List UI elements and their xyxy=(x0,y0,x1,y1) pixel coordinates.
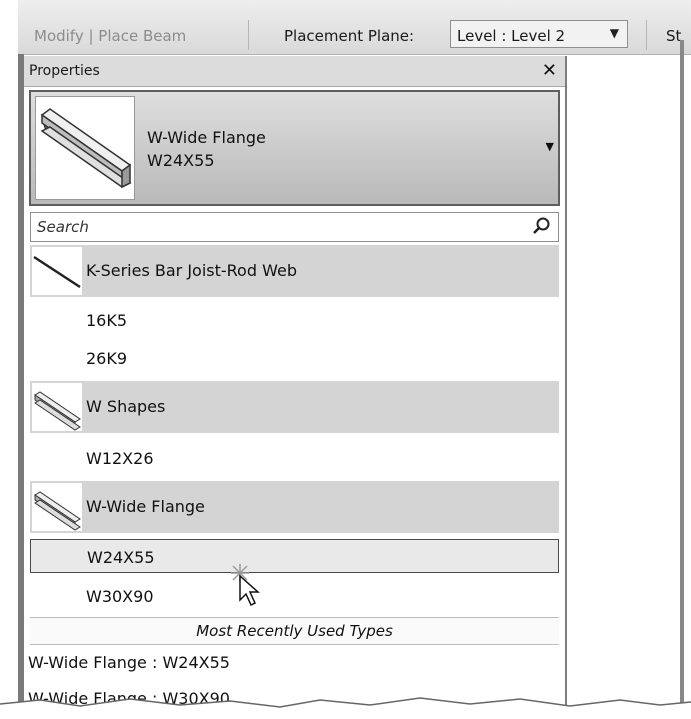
type-row-selected[interactable]: W24X55 xyxy=(30,539,559,573)
canvas-edge xyxy=(680,40,684,719)
search-icon xyxy=(533,217,550,234)
cursor-click-icon xyxy=(231,564,260,607)
search-input[interactable]: Search xyxy=(30,212,559,242)
steel-beam-icon xyxy=(32,383,82,431)
search-placeholder: Search xyxy=(37,218,89,236)
steel-beam-icon xyxy=(35,96,135,200)
type-row[interactable]: 16K5 xyxy=(30,303,559,337)
family-label: W Shapes xyxy=(86,397,166,416)
options-separator xyxy=(646,20,647,50)
type-label: 16K5 xyxy=(86,311,128,330)
type-label: 26K9 xyxy=(86,349,128,368)
family-row[interactable]: K-Series Bar Joist-Rod Web xyxy=(30,245,559,297)
family-row[interactable]: W Shapes xyxy=(30,381,559,433)
close-icon[interactable]: ✕ xyxy=(542,60,557,81)
placement-plane-value: Level : Level 2 xyxy=(457,27,566,45)
panel-title: Properties xyxy=(29,63,100,79)
properties-panel: Properties ✕ W-Wide Flange W24X55 ▼ Sear… xyxy=(24,56,567,719)
mru-header-label: Most Recently Used Types xyxy=(196,622,393,640)
type-row[interactable]: W12X26 xyxy=(30,441,559,475)
properties-title-bar: Properties ✕ xyxy=(24,56,565,87)
bar-joist-icon xyxy=(32,247,82,295)
placement-plane-select[interactable]: Level : Level 2 ▼ xyxy=(450,20,628,48)
type-label: W12X26 xyxy=(86,449,154,468)
type-selector-family: W-Wide Flange xyxy=(147,128,266,147)
options-separator xyxy=(248,20,249,50)
modify-context-label: Modify | Place Beam xyxy=(34,27,187,45)
mru-item[interactable]: W-Wide Flange : W24X55 xyxy=(28,647,559,679)
screenshot-frame: Modify | Place Beam Placement Plane: Lev… xyxy=(0,0,691,719)
options-bar: Modify | Place Beam Placement Plane: Lev… xyxy=(18,0,691,55)
chevron-down-icon[interactable]: ▼ xyxy=(546,140,554,153)
torn-edge xyxy=(0,697,691,719)
family-label: W-Wide Flange xyxy=(86,497,205,516)
type-selector-type: W24X55 xyxy=(147,151,215,170)
mru-header: Most Recently Used Types xyxy=(30,617,559,645)
type-row[interactable]: 26K9 xyxy=(30,341,559,375)
family-row[interactable]: W-Wide Flange xyxy=(30,481,559,533)
type-row[interactable]: W30X90 xyxy=(30,579,559,613)
type-selector[interactable]: W-Wide Flange W24X55 ▼ xyxy=(29,90,560,206)
family-label: K-Series Bar Joist-Rod Web xyxy=(86,261,297,280)
chevron-down-icon: ▼ xyxy=(609,26,619,40)
type-label: W24X55 xyxy=(87,548,155,567)
steel-beam-icon xyxy=(32,483,82,531)
mru-label: W-Wide Flange : W24X55 xyxy=(28,653,230,672)
type-label: W30X90 xyxy=(86,587,154,606)
placement-plane-label: Placement Plane: xyxy=(284,27,415,45)
